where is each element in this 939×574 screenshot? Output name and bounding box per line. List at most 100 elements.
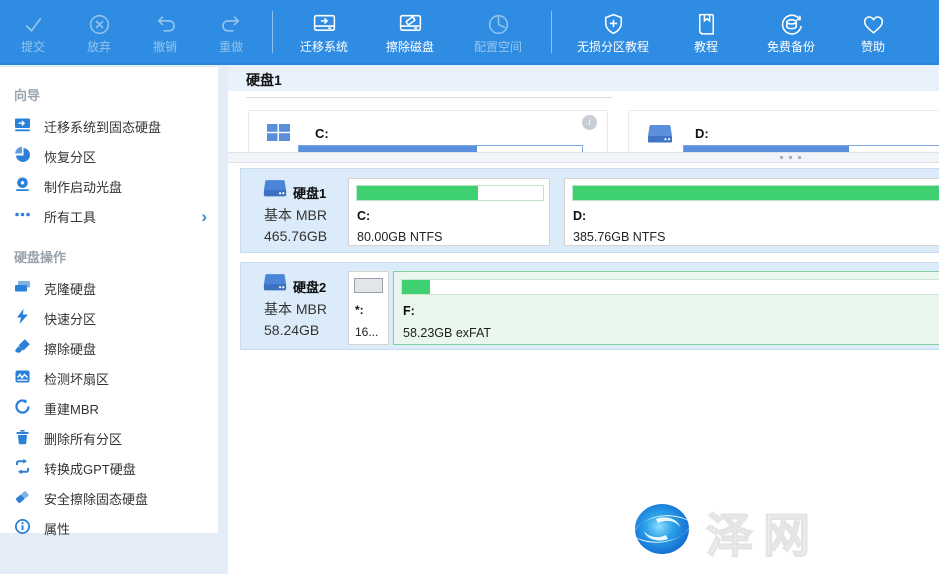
sidebar-item-properties[interactable]: 属性 [0, 513, 218, 543]
sidebar: 向导 迁移系统到固态硬盘 恢复分区 制作启动光盘 所有工具 › 硬盘操作 克隆硬… [0, 67, 218, 533]
partition-f-selected[interactable]: F: 58.23GB exFAT [393, 271, 939, 345]
disk-row-1[interactable]: 硬盘1 基本 MBR 465.76GB C: 80.00GB NTFS D: 3… [240, 168, 939, 253]
sidebar-item-wipe-disk[interactable]: 擦除硬盘 [0, 333, 218, 363]
volume-card-c[interactable]: C: i [248, 110, 608, 152]
disk-size: 465.76GB [264, 228, 327, 244]
erase-disk-button[interactable]: 擦除磁盘 [367, 0, 453, 63]
partition-detail: 80.00GB NTFS [357, 230, 442, 244]
sidebar-section-disk-ops: 硬盘操作 [0, 239, 218, 273]
main-area: 硬盘1 C: i D: 硬盘1 基本 MBR 465.76GB [228, 65, 939, 574]
undo-button[interactable]: 撤销 [132, 0, 198, 63]
trash-icon [14, 428, 44, 448]
sidebar-item-label: 迁移系统到固态硬盘 [44, 117, 161, 136]
cancel-circle-icon [86, 11, 113, 38]
migrate-system-button[interactable]: 迁移系统 [281, 0, 367, 63]
redo-icon [218, 11, 245, 38]
volume-label-d: D: [695, 126, 709, 141]
migrate-system-icon [311, 11, 338, 38]
partition-usage-fill [402, 280, 430, 294]
sidebar-item-label: 转换成GPT硬盘 [44, 459, 136, 478]
disk-name: 硬盘1 [293, 183, 326, 202]
rebuild-refresh-icon [14, 398, 44, 418]
sidebar-item-bootable-media[interactable]: 制作启动光盘 [0, 171, 218, 201]
sidebar-item-label: 制作启动光盘 [44, 177, 122, 196]
undo-icon [152, 11, 179, 38]
check-icon [20, 11, 47, 38]
erase-disk-icon [397, 11, 424, 38]
sidebar-item-label: 检测坏扇区 [44, 369, 109, 388]
undo-label: 撤销 [153, 41, 177, 53]
tutorial-label: 教程 [694, 41, 718, 53]
partition-usage-fill [573, 186, 939, 200]
info-icon[interactable]: i [582, 115, 597, 130]
partition-usage-fill [355, 279, 382, 292]
disk-name: 硬盘2 [293, 277, 326, 296]
sidebar-item-delete-all-partitions[interactable]: 删除所有分区 [0, 423, 218, 453]
sponsor-button[interactable]: 赞助 [836, 0, 910, 63]
sidebar-gap [0, 231, 218, 239]
clone-disk-icon [14, 278, 44, 298]
sidebar-item-check-bad-sectors[interactable]: 检测坏扇区 [0, 363, 218, 393]
watermark: 泽网 [626, 497, 820, 566]
toolbar-separator [551, 11, 552, 53]
disk-size: 58.24GB [264, 322, 319, 338]
volume-usage-bar-c [298, 145, 583, 152]
partition-letter: C: [357, 209, 370, 223]
tutorial-button[interactable]: 教程 [666, 0, 746, 63]
sponsor-label: 赞助 [861, 41, 885, 53]
migrate-ssd-icon [14, 116, 44, 136]
pane-splitter[interactable] [228, 152, 939, 163]
backup-database-icon [778, 11, 805, 38]
disk-type: 基本 MBR [264, 205, 327, 225]
lightning-icon [14, 308, 44, 328]
splitter-grip-dots [780, 156, 801, 159]
sidebar-item-all-tools[interactable]: 所有工具 › [0, 201, 218, 231]
migrate-system-label: 迁移系统 [300, 41, 348, 53]
watermark-text: 泽网 [706, 497, 820, 566]
sidebar-item-migrate-ssd[interactable]: 迁移系统到固态硬盘 [0, 111, 218, 141]
chevron-right-icon: › [201, 208, 207, 225]
volume-label-c: C: [315, 126, 329, 141]
sidebar-item-convert-gpt[interactable]: 转换成GPT硬盘 [0, 453, 218, 483]
free-backup-button[interactable]: 免费备份 [746, 0, 836, 63]
sidebar-item-secure-erase-ssd[interactable]: 安全擦除固态硬盘 [0, 483, 218, 513]
partition-c[interactable]: C: 80.00GB NTFS [348, 178, 550, 246]
erase-disk-label: 擦除磁盘 [386, 41, 434, 53]
commit-label: 提交 [21, 41, 45, 53]
volume-overview: C: i D: [228, 98, 939, 152]
sidebar-item-label: 安全擦除固态硬盘 [44, 489, 148, 508]
partition-letter: *: [355, 303, 364, 317]
sidebar-item-clone-disk[interactable]: 克隆硬盘 [0, 273, 218, 303]
partition-unnamed[interactable]: *: 16... [348, 271, 389, 345]
shield-plus-icon [600, 11, 627, 38]
discard-label: 放弃 [87, 41, 111, 53]
redo-button[interactable]: 重做 [198, 0, 264, 63]
sidebar-item-recover-partition[interactable]: 恢复分区 [0, 141, 218, 171]
sidebar-item-label: 擦除硬盘 [44, 339, 96, 358]
partition-tutorial-button[interactable]: 无损分区教程 [560, 0, 666, 63]
partition-detail: 16... [355, 325, 378, 339]
sidebar-item-label: 删除所有分区 [44, 429, 122, 448]
volume-card-d[interactable]: D: [628, 110, 939, 152]
drive-icon [647, 124, 673, 148]
disk-row-2[interactable]: 硬盘2 基本 MBR 58.24GB *: 16... F: 58.23GB e… [240, 262, 939, 350]
partition-usage-bar [572, 185, 939, 201]
eraser-icon [14, 488, 44, 508]
partition-usage-fill [357, 186, 478, 200]
brush-icon [14, 338, 44, 358]
partition-d[interactable]: D: 385.76GB NTFS [564, 178, 939, 246]
tab-disk1[interactable]: 硬盘1 [246, 70, 282, 90]
partition-letter: F: [403, 304, 415, 318]
allocate-space-button[interactable]: 配置空间 [453, 0, 543, 63]
sidebar-item-quick-partition[interactable]: 快速分区 [0, 303, 218, 333]
commit-button[interactable]: 提交 [0, 0, 66, 63]
free-backup-label: 免费备份 [767, 41, 815, 53]
pie-space-icon [485, 11, 512, 38]
partition-detail: 385.76GB NTFS [573, 230, 665, 244]
toolbar: 提交 放弃 撤销 重做 迁移系统 擦除磁盘 配置空间 无损分区教程 教程 免费备… [0, 0, 939, 65]
sidebar-item-rebuild-mbr[interactable]: 重建MBR [0, 393, 218, 423]
pie-chart-icon [14, 146, 44, 166]
info-circle-icon [14, 518, 44, 538]
discard-button[interactable]: 放弃 [66, 0, 132, 63]
sidebar-item-label: 重建MBR [44, 399, 99, 418]
